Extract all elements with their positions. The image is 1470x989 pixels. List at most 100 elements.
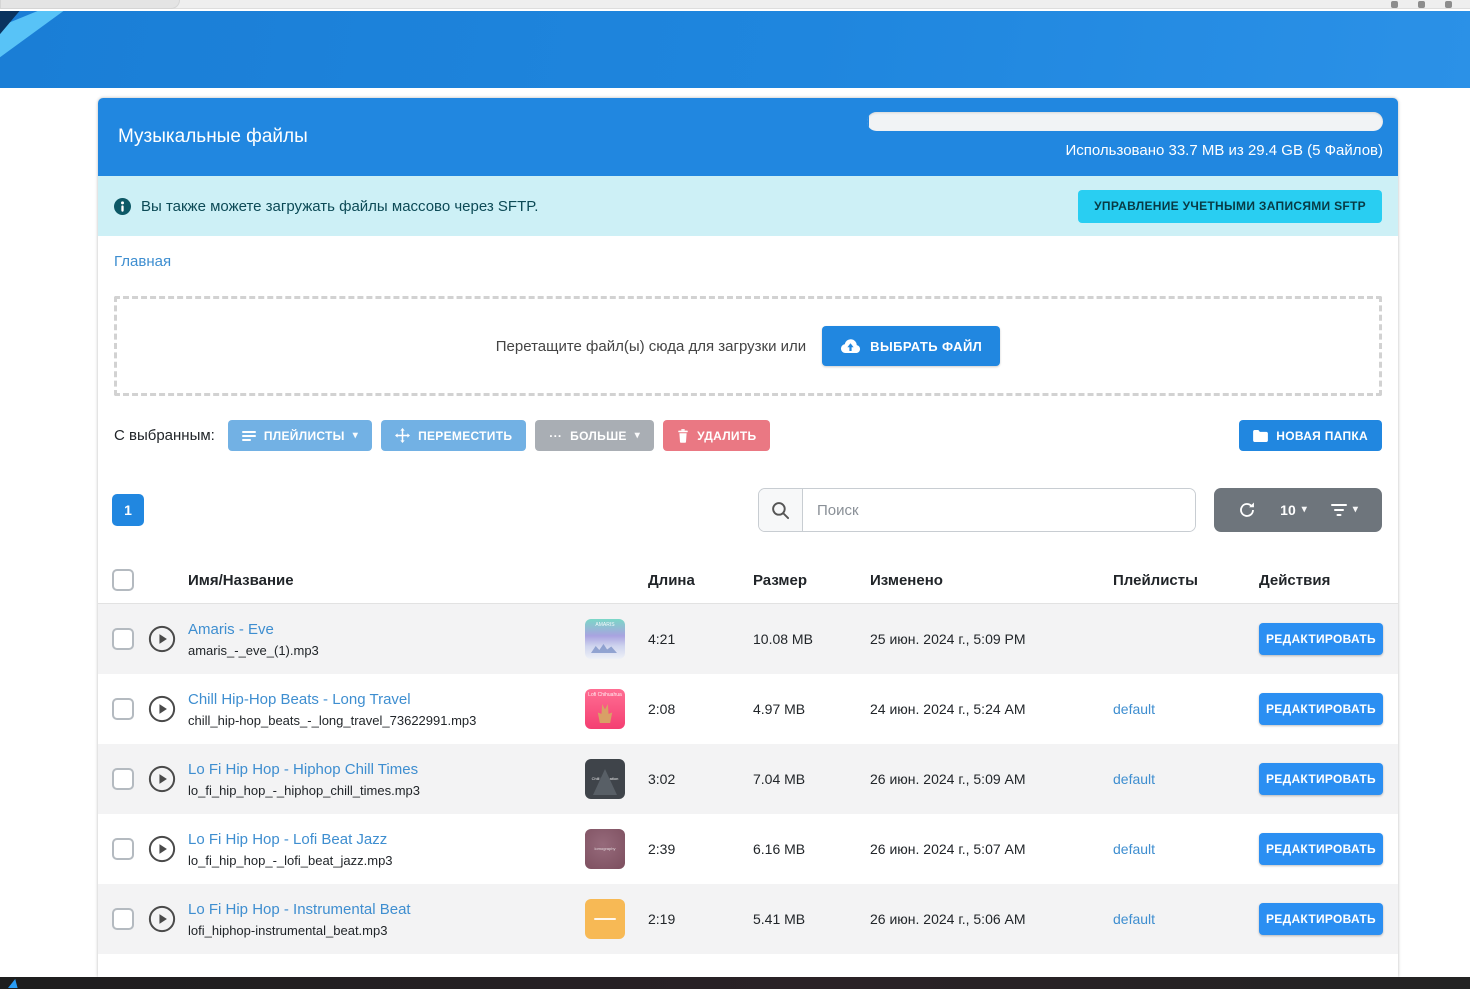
table-row: Lo Fi Hip Hop - Instrumental Beat lofi_h… xyxy=(98,884,1398,954)
bulk-actions-row: С выбранным: ПЛЕЙЛИСТЫ ▾ xyxy=(114,420,1382,451)
duration: 2:39 xyxy=(648,841,753,857)
duration: 4:21 xyxy=(648,631,753,647)
edit-button[interactable]: РЕДАКТИРОВАТЬ xyxy=(1259,903,1383,935)
upload-dropzone[interactable]: Перетащите файл(ы) сюда для загрузки или… xyxy=(114,296,1382,396)
modified-date: 26 июн. 2024 г., 5:06 AM xyxy=(870,911,1113,927)
modified-date: 26 июн. 2024 г., 5:09 AM xyxy=(870,771,1113,787)
browser-icon[interactable] xyxy=(1445,1,1452,8)
music-files-card: Музыкальные файлы Использовано 33.7 MB и… xyxy=(98,98,1398,977)
storage-progress-bar xyxy=(867,112,1383,131)
files-table: Имя/Название Длина Размер Изменено Плейл… xyxy=(98,557,1398,954)
row-checkbox[interactable] xyxy=(112,908,134,930)
header-actions: Действия xyxy=(1259,572,1383,589)
per-page-dropdown[interactable]: 10 ▾ xyxy=(1280,502,1307,518)
choose-file-label: ВЫБРАТЬ ФАЙЛ xyxy=(870,339,982,354)
list-controls-group: 10 ▾ ▾ xyxy=(1214,488,1382,532)
bulk-actions-label: С выбранным: xyxy=(114,427,215,444)
play-icon xyxy=(148,695,176,723)
play-icon xyxy=(148,905,176,933)
album-art: lomography xyxy=(585,829,625,869)
play-button[interactable] xyxy=(148,905,176,933)
album-art xyxy=(585,899,625,939)
edit-button[interactable]: РЕДАКТИРОВАТЬ xyxy=(1259,763,1383,795)
row-checkbox[interactable] xyxy=(112,698,134,720)
duration: 3:02 xyxy=(648,771,753,787)
file-name: lo_fi_hip_hop_-_hiphop_chill_times.mp3 xyxy=(188,783,571,798)
storage-usage-text: Использовано 33.7 MB из 29.4 GB (5 Файло… xyxy=(867,142,1383,159)
row-checkbox[interactable] xyxy=(112,838,134,860)
play-button[interactable] xyxy=(148,835,176,863)
file-title-link[interactable]: Amaris - Eve xyxy=(188,621,274,638)
choose-file-button[interactable]: ВЫБРАТЬ ФАЙЛ xyxy=(822,326,1000,366)
move-bulk-label: ПЕРЕМЕСТИТЬ xyxy=(418,429,512,443)
file-name: lofi_hiphop-instrumental_beat.mp3 xyxy=(188,923,571,938)
sftp-info-banner: Вы также можете загружать файлы массово … xyxy=(98,176,1398,236)
table-row: Lo Fi Hip Hop - Lofi Beat Jazz lo_fi_hip… xyxy=(98,814,1398,884)
album-art: Lofi Chihuahua xyxy=(585,689,625,729)
header-modified: Изменено xyxy=(870,572,1113,589)
header-length: Длина xyxy=(648,572,753,589)
manage-sftp-accounts-button[interactable]: УПРАВЛЕНИЕ УЧЕТНЫМИ ЗАПИСЯМИ SFTP xyxy=(1078,190,1382,223)
browser-strip xyxy=(0,0,1470,9)
breadcrumb-home-link[interactable]: Главная xyxy=(114,253,171,270)
card-header: Музыкальные файлы Использовано 33.7 MB и… xyxy=(98,98,1398,176)
header-size: Размер xyxy=(753,572,870,589)
table-body: Amaris - Eve amaris_-_eve_(1).mp3 AMARIS… xyxy=(98,604,1398,954)
browser-tab[interactable] xyxy=(0,0,180,9)
delete-bulk-button[interactable]: УДАЛИТЬ xyxy=(663,420,770,451)
new-folder-button[interactable]: НОВАЯ ПАПКА xyxy=(1239,420,1382,451)
modified-date: 26 июн. 2024 г., 5:07 AM xyxy=(870,841,1113,857)
file-title-link[interactable]: Chill Hip-Hop Beats - Long Travel xyxy=(188,691,411,708)
table-row: Lo Fi Hip Hop - Hiphop Chill Times lo_fi… xyxy=(98,744,1398,814)
header-playlists: Плейлисты xyxy=(1113,572,1259,589)
per-page-value: 10 xyxy=(1280,502,1296,518)
file-title-link[interactable]: Lo Fi Hip Hop - Hiphop Chill Times xyxy=(188,761,418,778)
file-title-link[interactable]: Lo Fi Hip Hop - Lofi Beat Jazz xyxy=(188,831,387,848)
chevron-down-icon: ▾ xyxy=(635,431,640,441)
header-name: Имя/Название xyxy=(188,572,585,589)
refresh-button[interactable] xyxy=(1238,501,1256,519)
new-folder-label: НОВАЯ ПАПКА xyxy=(1276,429,1368,443)
pagination-page-1[interactable]: 1 xyxy=(112,494,144,526)
play-icon xyxy=(148,625,176,653)
playlist-link[interactable]: default xyxy=(1113,771,1155,787)
browser-icon[interactable] xyxy=(1391,1,1398,8)
filter-icon xyxy=(1331,504,1347,516)
playlist-link[interactable]: default xyxy=(1113,911,1155,927)
storage-meter: Использовано 33.7 MB из 29.4 GB (5 Файло… xyxy=(867,112,1383,159)
duration: 2:19 xyxy=(648,911,753,927)
play-button[interactable] xyxy=(148,765,176,793)
search-group xyxy=(758,488,1196,532)
file-size: 10.08 MB xyxy=(753,631,870,647)
more-bulk-label: БОЛЬШЕ xyxy=(570,429,627,443)
refresh-icon xyxy=(1238,501,1256,519)
edit-button[interactable]: РЕДАКТИРОВАТЬ xyxy=(1259,693,1383,725)
trash-icon xyxy=(677,429,689,443)
edit-button[interactable]: РЕДАКТИРОВАТЬ xyxy=(1259,833,1383,865)
search-icon xyxy=(771,501,790,520)
storage-progress-fill xyxy=(867,112,869,131)
playlist-link[interactable]: default xyxy=(1113,701,1155,717)
select-all-checkbox[interactable] xyxy=(112,569,134,591)
chevron-down-icon: ▾ xyxy=(353,431,358,441)
playlist-link[interactable]: default xyxy=(1113,841,1155,857)
file-size: 5.41 MB xyxy=(753,911,870,927)
album-art: Chill Sensation xyxy=(585,759,625,799)
play-button[interactable] xyxy=(148,695,176,723)
delete-bulk-label: УДАЛИТЬ xyxy=(697,429,756,443)
play-button[interactable] xyxy=(148,625,176,653)
sftp-info-text: Вы также можете загружать файлы массово … xyxy=(141,198,538,215)
browser-icon[interactable] xyxy=(1418,1,1425,8)
file-title-link[interactable]: Lo Fi Hip Hop - Instrumental Beat xyxy=(188,901,411,918)
playlists-bulk-button[interactable]: ПЛЕЙЛИСТЫ ▾ xyxy=(228,420,372,451)
more-bulk-button[interactable]: ··· БОЛЬШЕ ▾ xyxy=(535,420,654,451)
album-art-label: Lofi Chihuahua xyxy=(585,692,625,698)
row-checkbox[interactable] xyxy=(112,768,134,790)
search-addon xyxy=(759,489,803,531)
edit-button[interactable]: РЕДАКТИРОВАТЬ xyxy=(1259,623,1383,655)
sort-filter-dropdown[interactable]: ▾ xyxy=(1331,504,1358,516)
move-bulk-button[interactable]: ПЕРЕМЕСТИТЬ xyxy=(381,420,526,451)
row-checkbox[interactable] xyxy=(112,628,134,650)
search-input[interactable] xyxy=(803,489,1195,531)
move-icon xyxy=(395,428,410,443)
